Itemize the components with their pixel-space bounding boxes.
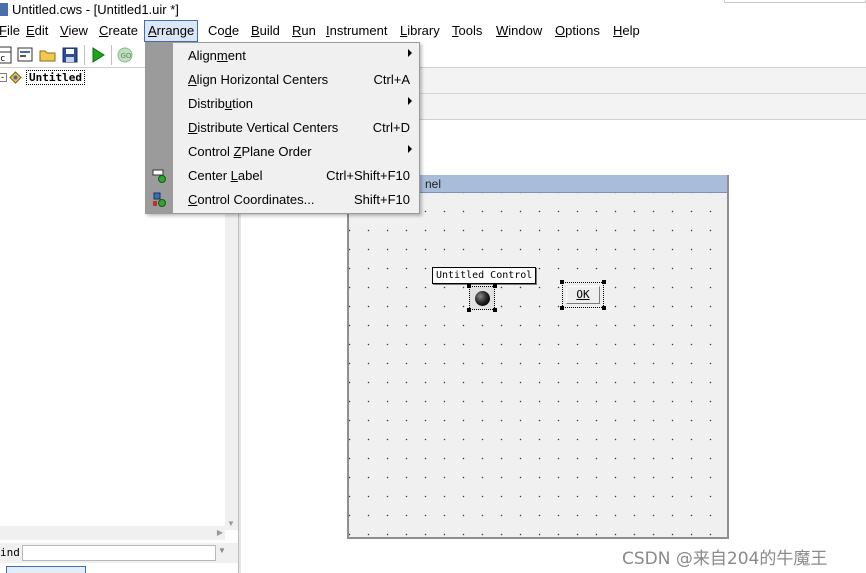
menu-item-center-label[interactable]: Center Label Ctrl+Shift+F10 [146,164,419,188]
menu-item-label: Center Label [188,168,263,183]
menu-run[interactable]: Run [289,21,319,41]
scroll-down-icon[interactable]: ▼ [227,519,235,528]
selection-handle[interactable] [467,284,471,288]
menu-item-control-zplane-order[interactable]: Control ZPlane Order [146,140,419,164]
menu-options[interactable]: Options [552,21,603,41]
menu-item-label: Distribute Vertical Centers [188,120,339,135]
tree-item-untitled[interactable]: Untitled [26,70,85,85]
menu-item-alignment[interactable]: Alignment [146,44,419,68]
submenu-arrow-icon [408,145,412,153]
menu-instrument[interactable]: Instrument [323,21,390,41]
menu-edit[interactable]: Edit [23,21,51,41]
menu-shortcut: Ctrl+A [373,72,410,87]
menu-item-distribution[interactable]: Distribution [146,92,419,116]
menu-bar: File Edit View Create Arrange Code Build Run Ins… [0,20,866,42]
menu-code[interactable]: Code [205,21,242,41]
menu-view[interactable]: View [57,21,91,41]
window-titlebar: Untitled.cws - [Untitled1.uir *] [0,0,866,20]
debug-icon[interactable]: GO [116,46,134,64]
tree-collapse-toggle[interactable]: - [0,73,7,82]
selection-handle[interactable] [493,308,497,312]
selection-handle[interactable] [602,306,606,310]
selection-handle[interactable] [602,280,606,284]
menu-arrange[interactable]: Arrange [143,20,199,42]
watermark: CSDN @来自204的牛魔王 [622,549,828,569]
menu-item-distribute-vertical-centers[interactable]: Distribute Vertical Centers Ctrl+D [146,116,419,140]
chevron-down-icon[interactable]: ▼ [218,546,226,555]
selection-handle[interactable] [560,280,564,284]
menu-item-align-horizontal-centers[interactable]: Align Horizontal Centers Ctrl+A [146,68,419,92]
led-control[interactable] [469,286,495,310]
menu-tools[interactable]: Tools [449,21,485,41]
bottom-tab[interactable] [6,566,86,573]
ok-button-label: OK [566,286,600,304]
menu-item-label: Distribution [188,96,254,111]
toolbar: c GO [0,42,866,68]
menu-item-control-coordinates[interactable]: Control Coordinates... Shift+F10 [146,188,419,212]
save-icon[interactable] [61,46,79,64]
control-coordinates-icon [152,192,168,208]
workspace-icon [9,71,22,84]
toolbar-separator [84,45,85,65]
selection-handle[interactable] [560,306,564,310]
center-label-icon [152,168,168,184]
tree-horizontal-scrollbar[interactable]: ▶ [0,526,225,540]
menu-create[interactable]: Create [96,21,141,41]
menu-shortcut: Ctrl+D [372,120,410,135]
window-title: Untitled.cws - [Untitled1.uir *] [12,2,179,17]
led-indicator [475,291,490,306]
svg-text:c: c [0,54,5,64]
svg-text:GO: GO [121,52,132,60]
menu-item-label: Control Coordinates... [188,192,315,207]
ok-command-button[interactable]: OK [562,282,604,308]
menu-file[interactable]: File [0,21,23,41]
window-corner-frame [724,0,866,3]
run-icon[interactable] [89,46,107,64]
menu-shortcut: Shift+F10 [353,192,410,207]
selection-handle[interactable] [493,284,497,288]
app-icon [0,3,8,16]
led-control-label[interactable]: Untitled Control [432,267,537,284]
menu-item-label: Align Horizontal Centers [188,72,329,87]
find-bar: ind ▼ [0,543,238,563]
menu-item-label: Alignment [188,48,246,63]
open-project-icon[interactable] [17,46,35,64]
find-label: ind [0,546,20,559]
menu-item-label: Control ZPlane Order [188,144,312,159]
scroll-right-icon[interactable]: ▶ [217,528,223,537]
open-folder-icon[interactable] [39,46,57,64]
find-input[interactable] [22,545,216,561]
panel-window[interactable]: nel Untitled Control OK [347,175,729,539]
selection-handle[interactable] [467,308,471,312]
new-file-icon[interactable]: c [0,46,14,64]
menu-shortcut: Ctrl+Shift+F10 [326,168,410,183]
arrange-menu-dropdown: Alignment Align Horizontal Centers Ctrl+A D… [145,42,420,214]
menu-help[interactable]: Help [610,21,643,41]
panel-title: nel [425,177,442,191]
menu-library[interactable]: Library [397,21,443,41]
submenu-arrow-icon [408,49,412,57]
menu-build[interactable]: Build [248,21,283,41]
submenu-arrow-icon [408,97,412,105]
toolbar-separator [111,45,112,65]
menu-window[interactable]: Window [493,21,545,41]
